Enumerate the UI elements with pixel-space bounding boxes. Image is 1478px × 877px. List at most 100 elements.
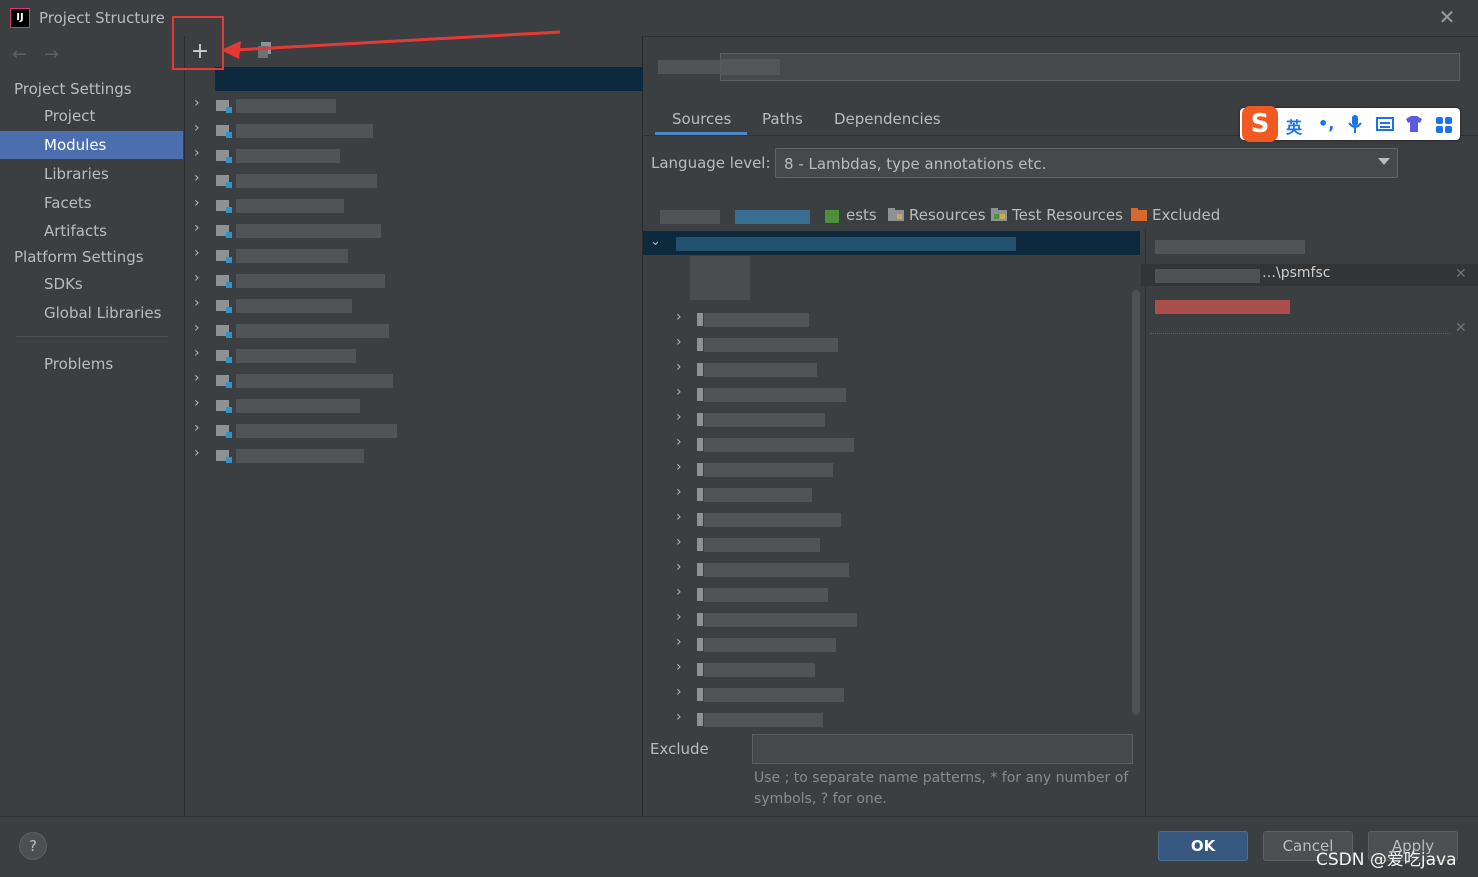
chevron-right-icon[interactable]: › bbox=[194, 320, 200, 336]
chevron-right-icon[interactable]: › bbox=[194, 295, 200, 311]
content-tree-row[interactable]: › bbox=[670, 559, 1130, 581]
test-resources-folder-icon[interactable] bbox=[991, 208, 1007, 221]
module-row[interactable]: › bbox=[190, 170, 630, 192]
module-row[interactable]: › bbox=[190, 320, 630, 342]
ime-language-toggle[interactable]: 英 bbox=[1286, 114, 1302, 138]
sidebar-item-modules[interactable]: Modules bbox=[0, 131, 183, 159]
module-row[interactable]: › bbox=[190, 270, 630, 292]
content-tree-row[interactable]: › bbox=[670, 659, 1130, 681]
chevron-right-icon[interactable]: › bbox=[194, 445, 200, 461]
chevron-right-icon[interactable]: › bbox=[676, 359, 682, 375]
skin-icon[interactable] bbox=[1404, 116, 1424, 132]
resources-folder-icon[interactable] bbox=[888, 208, 904, 221]
content-tree-row[interactable]: › bbox=[670, 684, 1130, 706]
chevron-right-icon[interactable]: › bbox=[676, 659, 682, 675]
sidebar-item-global-libraries[interactable]: Global Libraries bbox=[0, 299, 183, 327]
chevron-right-icon[interactable]: › bbox=[194, 345, 200, 361]
tab-paths[interactable]: Paths bbox=[762, 110, 803, 128]
content-tree-row[interactable]: › bbox=[670, 609, 1130, 631]
content-tree-row[interactable]: › bbox=[670, 584, 1130, 606]
remove-root-icon[interactable]: ✕ bbox=[1455, 266, 1467, 282]
module-row[interactable]: › bbox=[190, 95, 630, 117]
chevron-right-icon[interactable]: › bbox=[194, 145, 200, 161]
chevron-right-icon[interactable]: › bbox=[676, 709, 682, 725]
module-row[interactable]: › bbox=[190, 120, 630, 142]
chevron-right-icon[interactable]: › bbox=[194, 120, 200, 136]
module-row[interactable]: › bbox=[190, 195, 630, 217]
remove-excluded-icon[interactable]: ✕ bbox=[1455, 320, 1467, 336]
chevron-right-icon[interactable]: › bbox=[194, 195, 200, 211]
keyboard-icon[interactable] bbox=[1376, 117, 1394, 131]
sidebar-item-problems[interactable]: Problems bbox=[0, 350, 183, 378]
mark-tests-label[interactable]: ests bbox=[846, 206, 877, 224]
microphone-icon[interactable] bbox=[1348, 115, 1362, 133]
sogou-logo-icon[interactable]: S bbox=[1242, 106, 1278, 142]
module-row[interactable]: › bbox=[190, 295, 630, 317]
chevron-down-icon[interactable]: ⌄ bbox=[650, 234, 661, 249]
chevron-down-icon[interactable] bbox=[1378, 158, 1390, 165]
sidebar-item-artifacts[interactable]: Artifacts bbox=[0, 217, 183, 245]
mark-excluded-label[interactable]: Excluded bbox=[1152, 206, 1220, 224]
content-tree-row[interactable]: › bbox=[670, 359, 1130, 381]
tab-sources[interactable]: Sources bbox=[672, 110, 731, 128]
content-tree-row[interactable]: › bbox=[670, 409, 1130, 431]
content-tree-scrollbar[interactable] bbox=[1132, 290, 1140, 715]
module-selected-row[interactable] bbox=[215, 67, 643, 91]
module-row[interactable]: › bbox=[190, 145, 630, 167]
sidebar-item-project[interactable]: Project bbox=[0, 102, 183, 130]
chevron-right-icon[interactable]: › bbox=[676, 484, 682, 500]
mark-resources-label[interactable]: Resources bbox=[909, 206, 986, 224]
ok-button[interactable]: OK bbox=[1158, 831, 1248, 861]
chevron-right-icon[interactable]: › bbox=[194, 245, 200, 261]
mark-test-resources-label[interactable]: Test Resources bbox=[1012, 206, 1123, 224]
chevron-right-icon[interactable]: › bbox=[676, 459, 682, 475]
chevron-right-icon[interactable]: › bbox=[194, 220, 200, 236]
sidebar-item-sdks[interactable]: SDKs bbox=[0, 270, 183, 298]
content-tree-row[interactable]: › bbox=[670, 384, 1130, 406]
chevron-right-icon[interactable]: › bbox=[676, 634, 682, 650]
chevron-right-icon[interactable]: › bbox=[676, 509, 682, 525]
chevron-right-icon[interactable]: › bbox=[676, 434, 682, 450]
content-tree-row[interactable]: › bbox=[670, 509, 1130, 531]
back-arrow-icon[interactable]: ← bbox=[12, 44, 27, 65]
sidebar-item-facets[interactable]: Facets bbox=[0, 189, 183, 217]
forward-arrow-icon[interactable]: → bbox=[44, 44, 59, 65]
chevron-right-icon[interactable]: › bbox=[194, 270, 200, 286]
toolbox-icon[interactable] bbox=[1436, 117, 1452, 133]
close-icon[interactable]: ✕ bbox=[1436, 6, 1458, 28]
module-row[interactable]: › bbox=[190, 445, 630, 467]
module-row[interactable]: › bbox=[190, 370, 630, 392]
chevron-right-icon[interactable]: › bbox=[676, 609, 682, 625]
chevron-right-icon[interactable]: › bbox=[676, 584, 682, 600]
content-tree-row[interactable]: › bbox=[670, 459, 1130, 481]
chevron-right-icon[interactable]: › bbox=[676, 534, 682, 550]
chevron-right-icon[interactable]: › bbox=[194, 395, 200, 411]
content-tree-row[interactable]: › bbox=[670, 484, 1130, 506]
chevron-right-icon[interactable]: › bbox=[676, 684, 682, 700]
chevron-right-icon[interactable]: › bbox=[194, 420, 200, 436]
chevron-right-icon[interactable]: › bbox=[194, 370, 200, 386]
chevron-right-icon[interactable]: › bbox=[194, 95, 200, 111]
chevron-right-icon[interactable]: › bbox=[676, 384, 682, 400]
chevron-right-icon[interactable]: › bbox=[676, 409, 682, 425]
module-row[interactable]: › bbox=[190, 395, 630, 417]
chevron-right-icon[interactable]: › bbox=[676, 559, 682, 575]
content-tree-row[interactable]: › bbox=[670, 534, 1130, 556]
module-row[interactable]: › bbox=[190, 245, 630, 267]
tab-dependencies[interactable]: Dependencies bbox=[834, 110, 941, 128]
tests-folder-icon[interactable] bbox=[825, 210, 839, 223]
content-tree-row[interactable]: › bbox=[670, 634, 1130, 656]
ime-punctuation-toggle[interactable]: •, bbox=[1318, 114, 1334, 133]
content-tree-row[interactable]: › bbox=[670, 309, 1130, 331]
content-tree-row[interactable]: › bbox=[670, 434, 1130, 456]
module-row[interactable]: › bbox=[190, 220, 630, 242]
chevron-right-icon[interactable]: › bbox=[676, 334, 682, 350]
sidebar-item-libraries[interactable]: Libraries bbox=[0, 160, 183, 188]
help-button[interactable]: ? bbox=[19, 832, 47, 860]
chevron-right-icon[interactable]: › bbox=[676, 309, 682, 325]
excluded-folder-icon[interactable] bbox=[1131, 208, 1147, 221]
module-name-input[interactable] bbox=[720, 53, 1460, 81]
module-row[interactable]: › bbox=[190, 345, 630, 367]
content-tree-row[interactable]: › bbox=[670, 334, 1130, 356]
chevron-right-icon[interactable]: › bbox=[194, 170, 200, 186]
